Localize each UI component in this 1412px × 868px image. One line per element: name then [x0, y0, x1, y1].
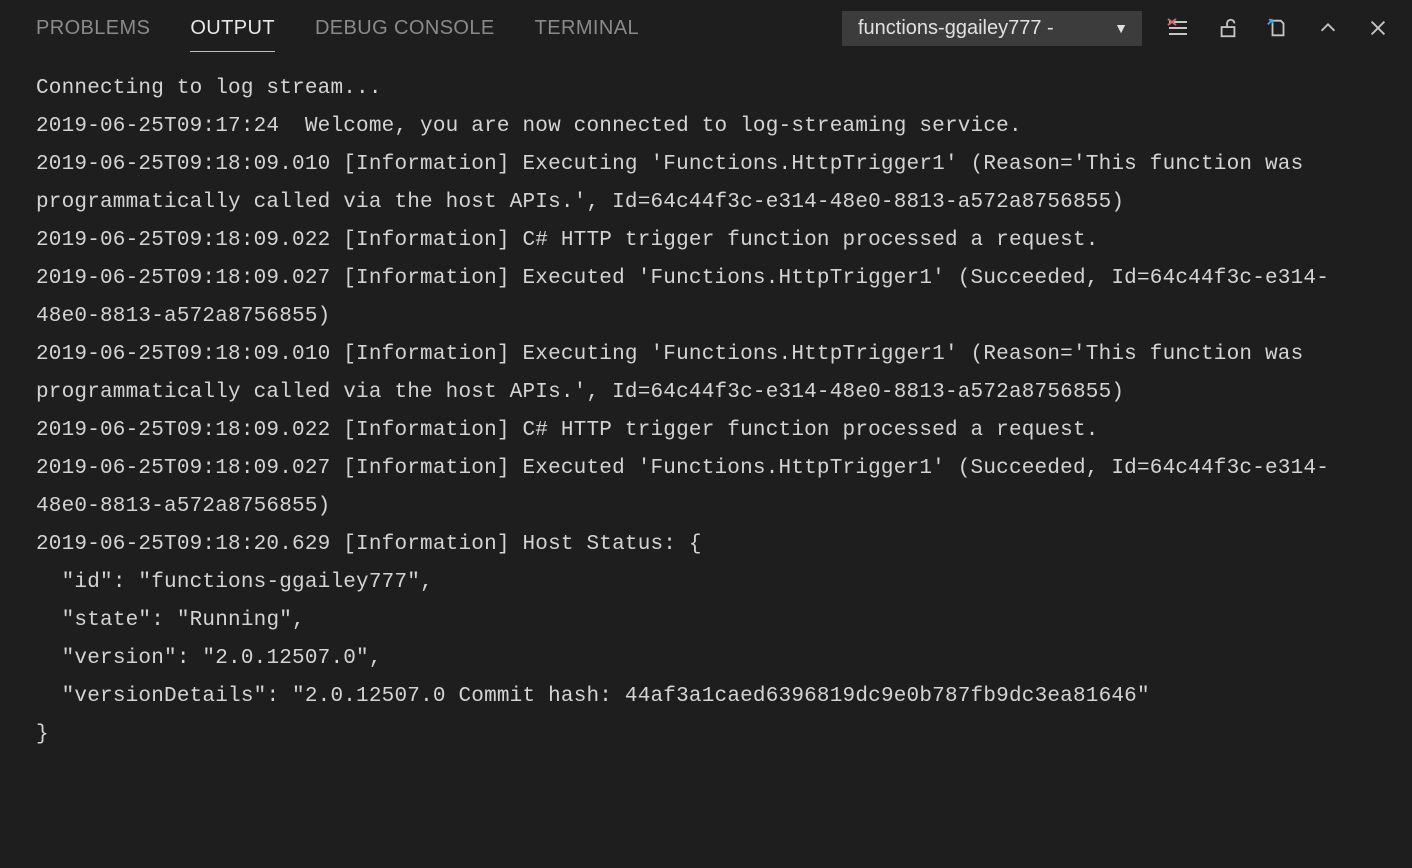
tab-output[interactable]: OUTPUT: [190, 7, 295, 50]
open-file-icon: [1267, 17, 1289, 39]
output-channel-dropdown[interactable]: functions-ggailey777 - ▼: [842, 11, 1142, 46]
output-log[interactable]: Connecting to log stream... 2019-06-25T0…: [0, 56, 1412, 868]
close-icon: [1367, 17, 1389, 39]
tab-debug-console[interactable]: DEBUG CONSOLE: [315, 7, 515, 50]
tab-problems[interactable]: PROBLEMS: [36, 7, 170, 50]
collapse-panel-button[interactable]: [1314, 14, 1342, 42]
chevron-up-icon: [1317, 17, 1339, 39]
clear-output-icon: [1166, 16, 1190, 40]
clear-output-button[interactable]: [1164, 14, 1192, 42]
output-panel: PROBLEMS OUTPUT DEBUG CONSOLE TERMINAL f…: [0, 0, 1412, 868]
tab-terminal[interactable]: TERMINAL: [535, 7, 659, 50]
lock-scroll-button[interactable]: [1214, 14, 1242, 42]
panel-tabbar: PROBLEMS OUTPUT DEBUG CONSOLE TERMINAL f…: [0, 0, 1412, 56]
chevron-down-icon: ▼: [1114, 20, 1128, 36]
lock-open-icon: [1217, 17, 1239, 39]
open-log-button[interactable]: [1264, 14, 1292, 42]
close-panel-button[interactable]: [1364, 14, 1392, 42]
panel-actions: functions-ggailey777 - ▼: [842, 11, 1392, 46]
output-channel-label: functions-ggailey777 -: [858, 17, 1054, 40]
